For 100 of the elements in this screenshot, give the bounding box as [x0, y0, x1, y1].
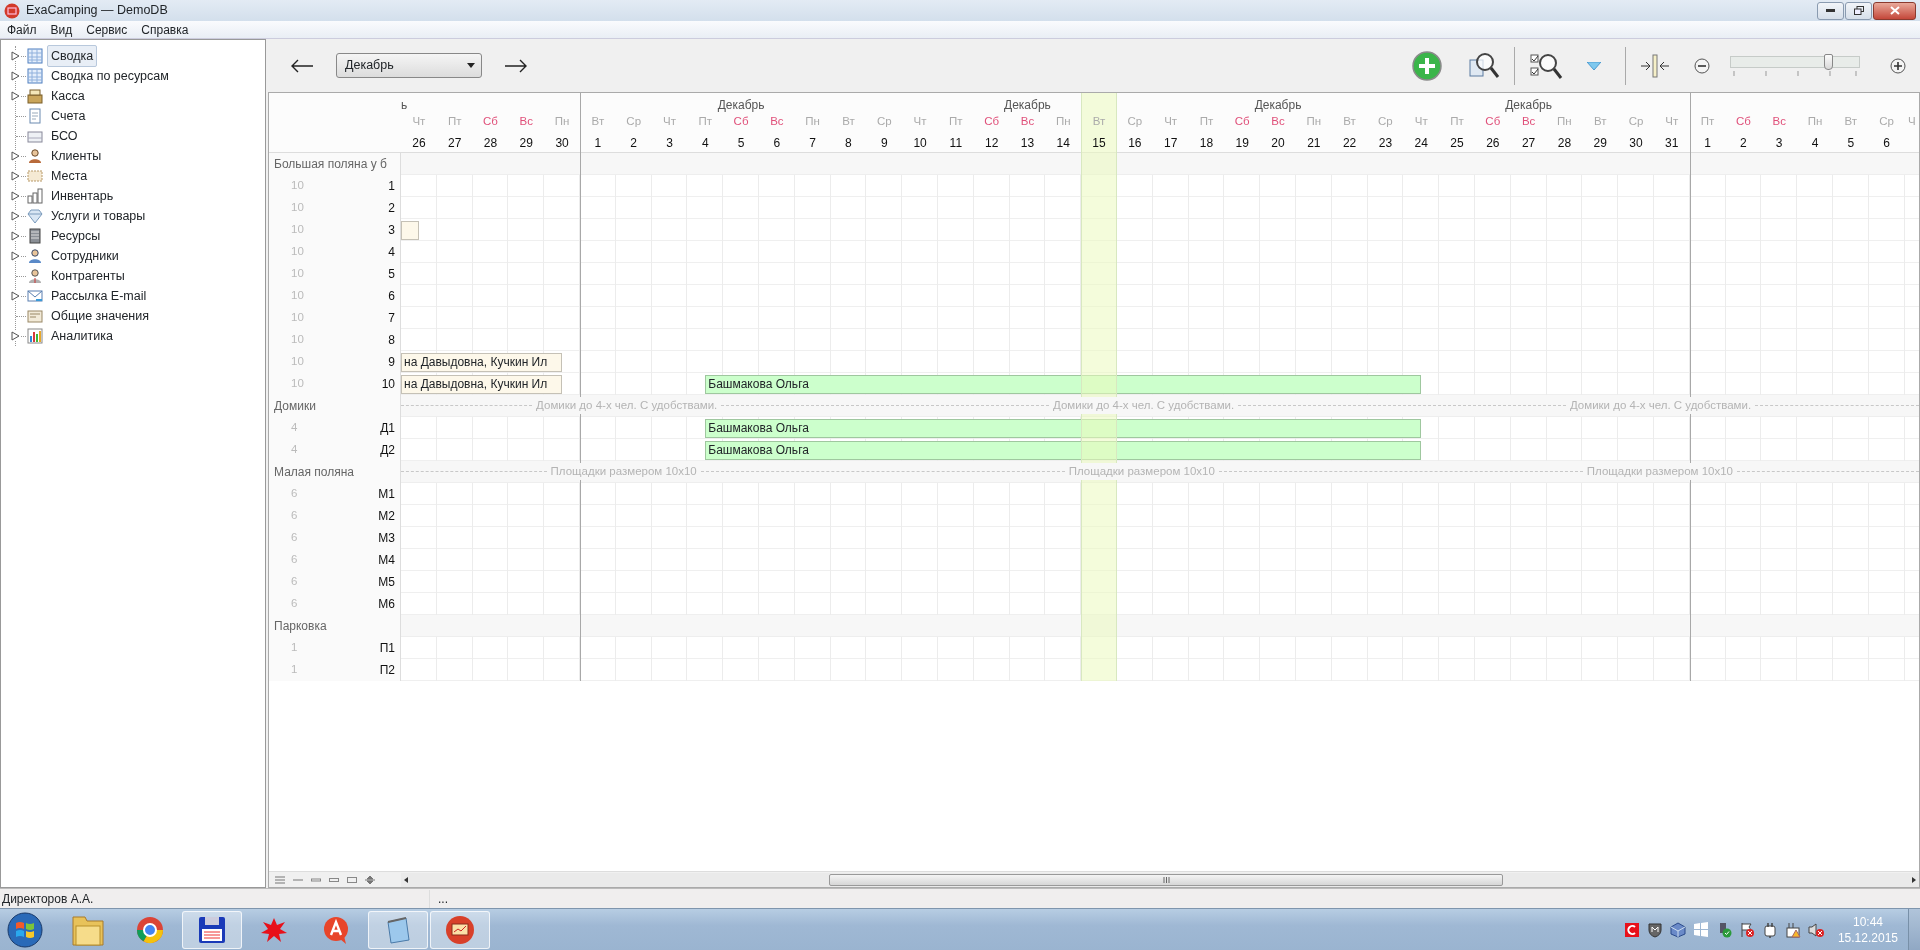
menu-item[interactable]: Вид	[50, 20, 73, 39]
place-label: Д2	[380, 442, 395, 459]
date-label: 29	[1593, 134, 1607, 152]
booking-bar[interactable]: Башмакова Ольга	[705, 440, 1422, 460]
date-label: 17	[1163, 134, 1178, 152]
date-label: 28	[1557, 134, 1572, 152]
minus-circle-icon[interactable]	[1694, 57, 1710, 74]
booking-bar[interactable]: на Давыдовна, Кучкин Ил	[401, 352, 563, 372]
caret-icon[interactable]	[1587, 61, 1601, 70]
booking-bar[interactable]: Башмакова Ольга	[705, 418, 1422, 438]
place-label: Д1	[380, 420, 395, 437]
status-user: Директоров А.А.	[0, 889, 430, 908]
month-dropdown[interactable]: Декабрь	[336, 53, 482, 78]
booking-bar[interactable]: на Давыдовна, Кучкин Ил	[401, 374, 563, 394]
expand-arrow-icon[interactable]	[11, 71, 20, 81]
weekday-label: Пт	[949, 114, 963, 130]
forward-arrow-icon[interactable]	[504, 58, 528, 73]
expand-arrow-icon[interactable]	[11, 91, 20, 101]
date-label: 15	[1092, 134, 1106, 152]
speaker-muted-icon[interactable]	[1807, 921, 1824, 938]
expand-arrow-icon[interactable]	[11, 211, 20, 221]
scroll-thumb[interactable]	[829, 873, 1504, 886]
date-label: 16	[1128, 134, 1142, 152]
expand-arrow-icon[interactable]	[11, 291, 20, 301]
envelope-icon	[27, 288, 43, 304]
expand-arrow-icon[interactable]	[11, 51, 20, 61]
antivirus-icon[interactable]	[1623, 921, 1640, 938]
capacity-label: 6	[291, 486, 298, 502]
person-icon	[27, 268, 43, 284]
place-label: 6	[388, 288, 395, 305]
weekday-label: Сб	[483, 114, 498, 130]
weekday-label: Пн	[805, 114, 820, 130]
window-title: ExaCamping — DemoDB	[26, 2, 168, 20]
status-info: ...	[438, 890, 448, 908]
shield-icon[interactable]	[1646, 921, 1663, 938]
weekday-label: Сб	[1485, 114, 1501, 130]
search-icon[interactable]	[1468, 50, 1500, 81]
weekday-label: Вт	[1092, 114, 1106, 130]
capacity-label: 10	[291, 178, 304, 194]
capacity-label: 10	[291, 266, 304, 282]
weekday-label: Пт	[1450, 114, 1464, 130]
date-label: 28	[483, 134, 498, 152]
plus-circle-icon[interactable]	[1890, 57, 1906, 74]
date-label: 5	[737, 134, 745, 152]
place-label: 1	[388, 178, 395, 195]
minimize-icon	[1826, 9, 1835, 12]
weekday-label: Вс	[770, 114, 784, 130]
weekday-label: Ср	[1378, 114, 1393, 130]
menu-item[interactable]: Файл	[7, 20, 37, 39]
back-arrow-icon[interactable]	[290, 58, 314, 73]
blocks-icon	[27, 188, 43, 204]
expand-arrow-icon[interactable]	[11, 331, 20, 341]
capacity-label: 1	[291, 640, 298, 656]
weekday-label: Чт	[1665, 114, 1679, 130]
cube-icon[interactable]	[1669, 921, 1686, 938]
weekday-label: Сб	[984, 114, 1000, 130]
clock-time: 10:44	[1852, 913, 1883, 930]
grip-icon	[1162, 876, 1170, 883]
tree-item[interactable]: Сводка	[47, 44, 98, 68]
horizontal-scrollbar[interactable]	[401, 872, 1919, 887]
capacity-label: 10	[291, 332, 304, 348]
expand-arrow-icon[interactable]	[11, 231, 20, 241]
weekday-label: Ср	[876, 114, 892, 130]
weekday-label: Вт	[1593, 114, 1607, 130]
menu-item[interactable]: Справка	[141, 20, 189, 39]
zoom-slider[interactable]	[1730, 55, 1860, 68]
maximize-button[interactable]	[1845, 1, 1872, 20]
expand-arrow-icon[interactable]	[11, 251, 20, 261]
expand-arrow-icon[interactable]	[11, 151, 20, 161]
place-label: 8	[388, 332, 395, 349]
taskbar-button[interactable]	[182, 910, 242, 949]
arrows-to-line-icon[interactable]	[1640, 53, 1670, 78]
add-icon[interactable]	[1412, 50, 1442, 81]
table-icon	[27, 48, 43, 64]
menu-item[interactable]: Сервис	[86, 20, 128, 39]
slider-thumb[interactable]	[1824, 53, 1834, 70]
resize-rows-icon[interactable]	[365, 875, 375, 884]
booking-bar[interactable]: Башмакова Ольга	[705, 374, 1422, 394]
weekday-label: Ср	[626, 114, 642, 130]
weekday-label: Пн	[1557, 114, 1572, 130]
weekday-label: Пн	[554, 114, 570, 130]
place-label: М6	[378, 596, 395, 613]
date-label: 5	[1847, 134, 1855, 152]
date-label: 13	[1020, 134, 1035, 152]
caret-icon	[467, 63, 475, 68]
minimize-button[interactable]	[1817, 1, 1844, 20]
person-icon	[27, 248, 43, 264]
weekday-label: Сб	[1234, 114, 1250, 130]
frame-icon	[27, 168, 43, 184]
date-label: 19	[1235, 134, 1249, 152]
expand-arrow-icon[interactable]	[11, 171, 20, 181]
weekday-label: Сб	[733, 114, 749, 130]
date-label: 7	[809, 134, 816, 152]
month-label: Декабрь	[1505, 98, 1552, 112]
network-warning-icon[interactable]	[1784, 921, 1801, 938]
close-button[interactable]	[1873, 1, 1916, 20]
expand-arrow-icon[interactable]	[11, 191, 20, 201]
flag-error-icon[interactable]	[1738, 921, 1755, 938]
power-plug-icon[interactable]	[1761, 921, 1778, 938]
taskbar-button[interactable]	[430, 910, 490, 949]
